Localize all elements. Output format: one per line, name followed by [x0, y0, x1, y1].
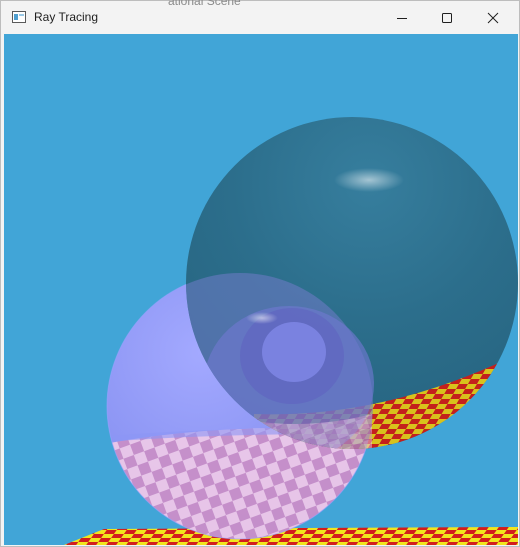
render-canvas[interactable]: [4, 34, 518, 545]
window-title: Ray Tracing: [34, 10, 99, 24]
close-icon: [487, 12, 499, 23]
minimize-button[interactable]: [379, 1, 425, 34]
maximize-icon: [442, 12, 452, 23]
title-bar[interactable]: Ray Tracing ational Scene: [1, 0, 519, 34]
close-button[interactable]: [470, 1, 516, 34]
checkered-floor: [64, 527, 518, 545]
maximize-button[interactable]: [424, 1, 470, 34]
ray-traced-scene: [64, 117, 518, 545]
minimize-icon: [397, 17, 407, 19]
app-window: Ray Tracing ational Scene: [0, 0, 520, 547]
app-icon: [12, 11, 26, 23]
background-window-title: ational Scene: [168, 0, 241, 8]
